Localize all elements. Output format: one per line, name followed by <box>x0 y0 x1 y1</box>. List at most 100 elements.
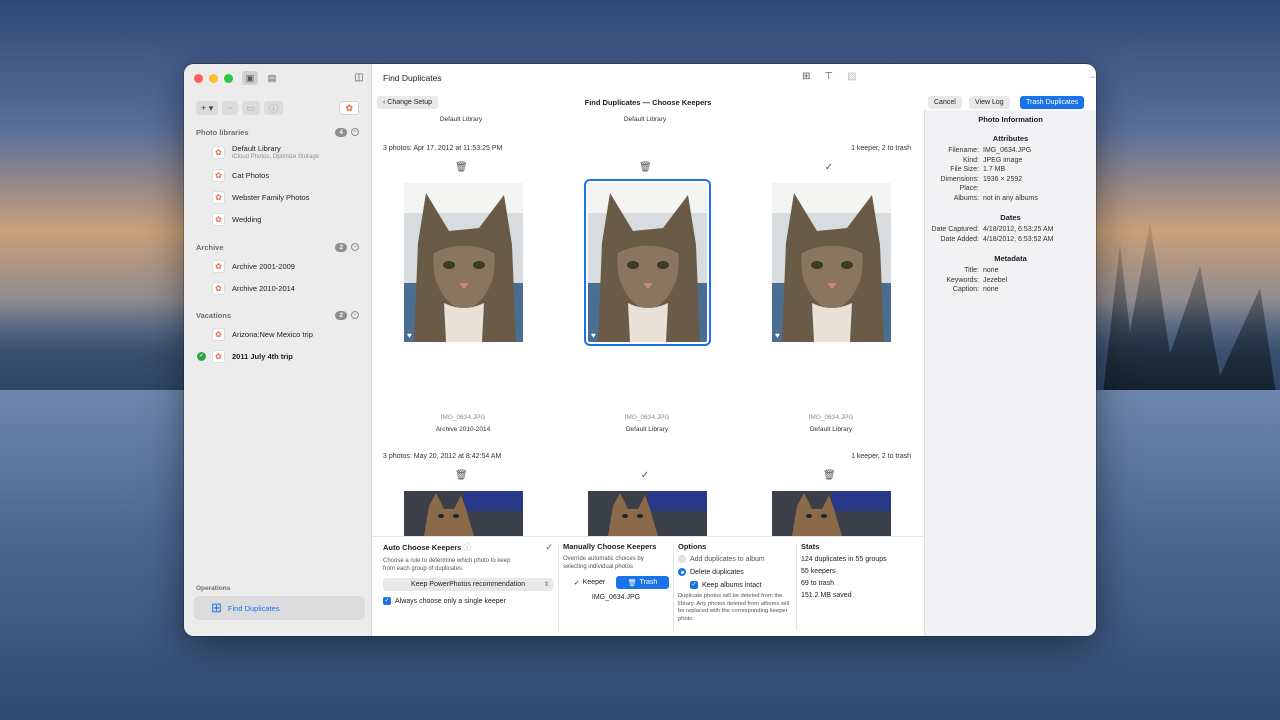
photos-library-icon: ✿ <box>212 259 225 273</box>
library-name: Wedding <box>232 214 262 224</box>
sidebar-item-archive-2010[interactable]: ✿ Archive 2010-2014 <box>184 277 371 299</box>
section-header[interactable]: Archive 2 − <box>184 239 371 255</box>
sidebar-item-cat-photos[interactable]: ✿ Cat Photos <box>184 164 371 186</box>
zoom-window-button[interactable] <box>224 74 233 83</box>
photo-info-panel: Photo Information Attributes Filename: IM… <box>924 110 1096 636</box>
keeper-segment[interactable]: ✓ Keeper <box>563 576 616 589</box>
date-row: Date Captured: 4/18/2012, 6:53:25 AM <box>925 225 1096 235</box>
photos-library-icon: ✿ <box>212 212 225 226</box>
meta-value: none <box>983 286 999 293</box>
photos-library-icon: ✿ <box>212 281 225 295</box>
section-header[interactable]: Vacations 2 − <box>184 307 371 323</box>
close-window-button[interactable] <box>194 74 203 83</box>
sidebar-item-find-duplicates[interactable]: ⊞ Find Duplicates <box>194 596 365 620</box>
info-icon[interactable]: ⓘ <box>264 101 284 115</box>
sidebar-item-july-4th[interactable]: ✓ ✿ 2011 July 4th trip <box>184 345 371 367</box>
section-header[interactable]: Photo libraries 4 − <box>184 124 371 140</box>
date-row: Date Added: 4/18/2012, 6:53:52 AM <box>925 235 1096 245</box>
manual-choose-title: Manually Choose Keepers <box>563 542 657 551</box>
keeper-label: Keeper <box>582 579 606 586</box>
trash-icon[interactable]: 🗑︎ <box>455 470 468 481</box>
photos-icon[interactable]: ▣ <box>242 71 258 85</box>
divider <box>558 543 559 630</box>
keep-albums-checkbox[interactable]: ✓ Keep albums intact <box>690 581 792 589</box>
trash-icon[interactable]: 🗑︎ <box>455 162 468 173</box>
photo-thumbnail-selected[interactable]: ♥ <box>584 179 711 346</box>
merge-icon[interactable]: ⊤ <box>824 71 833 82</box>
options-note: Duplicate photos will be deleted from th… <box>678 593 790 622</box>
chat-icon[interactable]: ▨ <box>847 71 856 82</box>
document-icon[interactable]: ▤ <box>264 71 280 85</box>
sidebar-item-archive-2001[interactable]: ✿ Archive 2001-2009 <box>184 255 371 277</box>
add-menu-button[interactable]: + ▾ <box>196 101 219 115</box>
checkmark-icon[interactable]: ✓ <box>823 162 835 173</box>
cancel-button[interactable]: Cancel <box>928 96 962 109</box>
trash-icon[interactable]: 🗑︎ <box>823 470 836 481</box>
photo-filename: IMG_0634.JPG <box>440 414 486 421</box>
photo-thumbnail[interactable] <box>588 491 707 536</box>
photo-filename: IMG_0634.JPG <box>624 414 670 421</box>
help-icon[interactable]: ⓘ <box>463 543 471 552</box>
cat-photo <box>588 183 707 342</box>
meta-key: Caption: <box>952 286 979 293</box>
photo-thumbnail[interactable]: ♥ <box>772 183 891 342</box>
collapse-icon[interactable]: − <box>351 128 359 136</box>
keep-albums-label: Keep albums intact <box>702 581 762 589</box>
photo-filename: IMG_0634.JPG <box>808 414 854 421</box>
view-log-button[interactable]: View Log <box>969 96 1010 109</box>
auto-choose-description: Choose a rule to determine which photo t… <box>383 558 511 572</box>
attr-row: Filename: IMG_0634.JPG <box>925 146 1096 156</box>
remove-button[interactable]: − <box>222 101 238 115</box>
sidebar-toggle-icon[interactable]: ◫ <box>352 71 366 83</box>
attr-row: File Size: 1.7 MB <box>925 165 1096 175</box>
auto-choose-title-text: Auto Choose Keepers <box>383 543 462 552</box>
keeper-trash-segmented: ✓ Keeper 🗑︎ Trash <box>563 576 669 589</box>
sidebar-item-default-library[interactable]: ✿ Default Library iCloud Photos, Optimiz… <box>184 140 371 164</box>
collapse-icon[interactable]: − <box>351 311 359 319</box>
photo-library: Default Library <box>625 426 669 433</box>
trash-duplicates-button[interactable]: Trash Duplicates <box>1020 96 1085 109</box>
attr-key: Place: <box>959 185 979 192</box>
collapse-icon[interactable]: − <box>351 243 359 251</box>
checkmark-icon[interactable]: ✓ <box>639 470 651 481</box>
radio-unselected-icon <box>678 555 686 563</box>
zoom-out-icon[interactable]: − <box>1090 72 1095 82</box>
trash-segment[interactable]: 🗑︎ Trash <box>616 576 669 589</box>
trash-icon[interactable]: 🗑︎ <box>639 162 652 173</box>
minimize-window-button[interactable] <box>209 74 218 83</box>
zoom-control: − + <box>1090 72 1096 82</box>
delete-duplicates-radio[interactable]: Delete duplicates <box>678 568 792 576</box>
sidebar: ▣ ▤ ◫ + ▾ − ▭ ⓘ ✿ Photo libraries 4 − ✿ … <box>184 64 372 636</box>
app-window: ▣ ▤ ◫ + ▾ − ▭ ⓘ ✿ Photo libraries 4 − ✿ … <box>184 64 1096 636</box>
options-panel: Options Add duplicates to album Delete d… <box>678 537 792 636</box>
radio-selected-icon <box>678 568 686 576</box>
photo-thumbnail[interactable]: ♥ <box>404 183 523 342</box>
attr-value: JPEG image <box>983 156 1023 164</box>
photos-library-icon: ✿ <box>212 327 225 341</box>
divider <box>796 543 797 630</box>
favorite-heart-icon: ♥ <box>591 331 596 340</box>
folder-icon[interactable]: ▭ <box>241 101 261 115</box>
auto-choose-title: Auto Choose Keepers ⓘ <box>383 542 553 553</box>
find-duplicates-icon[interactable]: ⊞ <box>802 71 810 82</box>
library-name: Webster Family Photos <box>232 192 310 202</box>
window-title: Find Duplicates <box>383 73 442 83</box>
meta-key: Title: <box>964 267 979 274</box>
cat-photo <box>404 183 523 342</box>
meta-row: Title: none <box>925 266 1096 276</box>
info-title: Photo Information <box>978 115 1043 124</box>
meta-key: Keywords: <box>946 276 979 284</box>
photos-app-icon[interactable]: ✿ <box>339 101 359 115</box>
auto-choose-panel: Auto Choose Keepers ⓘ ✓ Choose a rule to… <box>383 537 553 636</box>
single-keeper-checkbox[interactable]: ✓ Always choose only a single keeper <box>383 597 553 605</box>
sidebar-item-arizona[interactable]: ✿ Arizona:New Mexico trip <box>184 323 371 345</box>
add-to-album-radio[interactable]: Add duplicates to album <box>678 555 792 563</box>
section-vacations: Vacations 2 − ✿ Arizona:New Mexico trip … <box>184 307 371 367</box>
photo-thumbnail[interactable] <box>404 491 523 536</box>
keeper-rule-select[interactable]: Keep PowerPhotos recommendation ⇕ <box>383 578 553 591</box>
sidebar-item-webster-family[interactable]: ✿ Webster Family Photos <box>184 186 371 208</box>
attr-key: File Size: <box>950 166 979 173</box>
photo-thumbnail[interactable] <box>772 491 891 536</box>
sidebar-item-wedding[interactable]: ✿ Wedding <box>184 208 371 230</box>
sidebar-mode-icons: ▣ ▤ <box>242 71 280 85</box>
